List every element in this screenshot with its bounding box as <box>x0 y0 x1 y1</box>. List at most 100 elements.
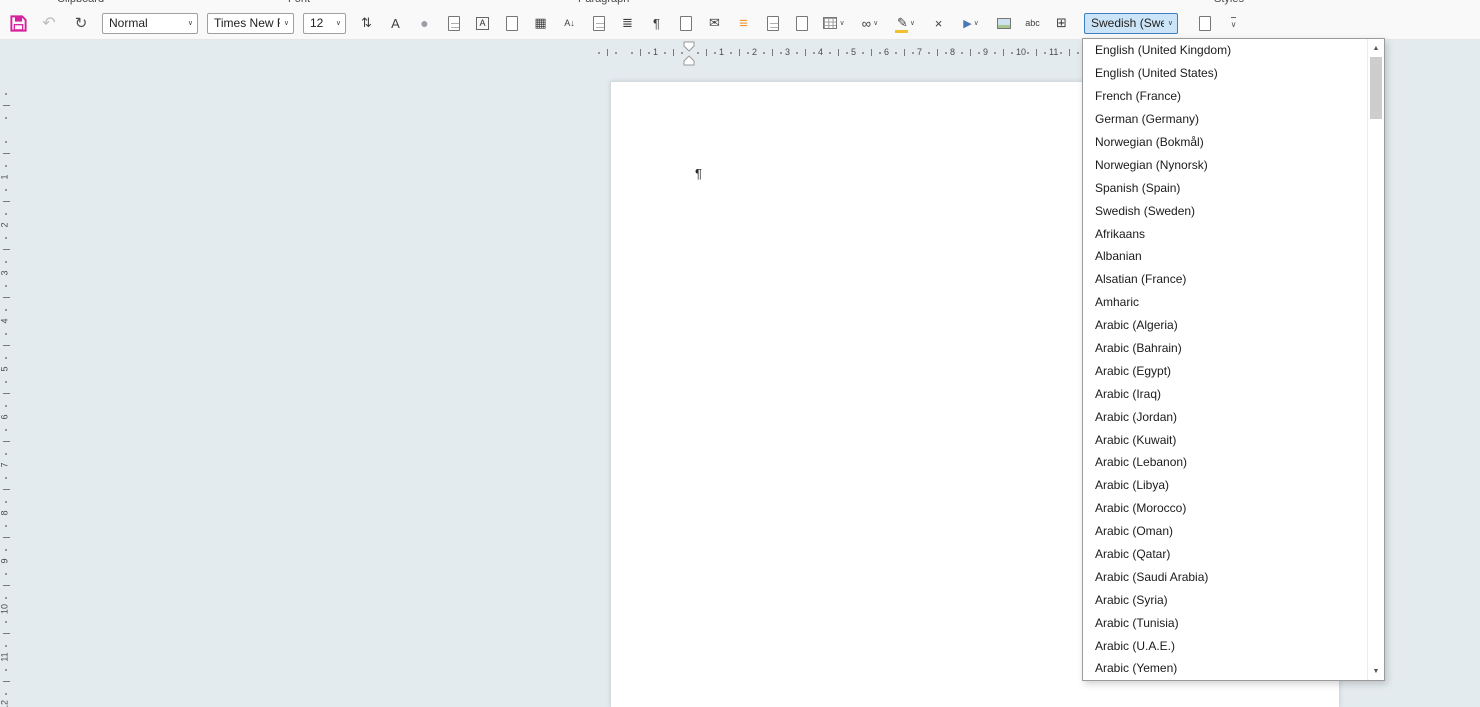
ruler-tick <box>3 249 10 250</box>
borders-icon[interactable]: ▦ <box>526 10 555 36</box>
indent-marker[interactable] <box>683 41 695 67</box>
delete-icon[interactable]: × <box>924 10 953 36</box>
insert-table-icon[interactable]: ∨ <box>816 10 852 36</box>
ribbon-group-font: Font <box>288 0 310 5</box>
ruler-tick <box>812 52 815 54</box>
ruler-tick <box>5 117 7 119</box>
ruler-tick <box>5 165 7 167</box>
language-option[interactable]: Spanish (Spain) <box>1083 176 1367 199</box>
language-option[interactable]: Arabic (Qatar) <box>1083 543 1367 566</box>
ruler-tick <box>829 52 832 54</box>
language-option[interactable]: Arabic (Saudi Arabia) <box>1083 565 1367 588</box>
font-combo[interactable]: Times New R ∨ <box>207 12 294 34</box>
ruler-tick <box>3 201 10 202</box>
copy-page-icon[interactable] <box>439 10 468 36</box>
ruler-number: 4 <box>0 318 10 324</box>
language-option[interactable]: Arabic (Egypt) <box>1083 359 1367 382</box>
copy-format-icon[interactable] <box>584 10 613 36</box>
paste-icon[interactable] <box>497 10 526 36</box>
language-option[interactable]: English (United Kingdom) <box>1083 39 1367 62</box>
page-options-icon[interactable] <box>1190 10 1219 36</box>
ruler-tick <box>672 49 674 56</box>
line-spacing-icon[interactable]: ⇅ <box>352 10 381 36</box>
color-circle-icon: ● <box>420 15 429 31</box>
ruler-tick <box>5 333 7 335</box>
copy-format-icon <box>592 15 605 31</box>
ruler-tick <box>5 549 7 551</box>
ruler-number: 8 <box>0 510 10 516</box>
language-option[interactable]: Afrikaans <box>1083 222 1367 245</box>
language-option[interactable]: Arabic (Syria) <box>1083 588 1367 611</box>
page-export-icon <box>766 15 779 31</box>
language-option[interactable]: Arabic (U.A.E.) <box>1083 634 1367 657</box>
ruler-number: 1 <box>0 174 10 180</box>
language-option[interactable]: Arabic (Morocco) <box>1083 497 1367 520</box>
language-option[interactable]: Arabic (Libya) <box>1083 474 1367 497</box>
sort-icon[interactable]: A↓ <box>555 10 584 36</box>
language-option[interactable]: Arabic (Lebanon) <box>1083 451 1367 474</box>
ruler-tick <box>664 52 667 54</box>
language-option[interactable]: Albanian <box>1083 245 1367 268</box>
language-option[interactable]: Amharic <box>1083 291 1367 314</box>
character-border-icon[interactable]: A <box>468 10 497 36</box>
dropdown-scrollbar[interactable]: ▲ ▼ <box>1367 39 1384 680</box>
redo-button[interactable]: ↻ <box>68 10 94 36</box>
font-style-icon[interactable]: A <box>381 10 410 36</box>
language-option[interactable]: German (Germany) <box>1083 108 1367 131</box>
new-page-icon[interactable] <box>671 10 700 36</box>
page-export-icon[interactable] <box>758 10 787 36</box>
bullet-list-icon[interactable]: ≣ <box>613 10 642 36</box>
style-combo[interactable]: Normal ∨ <box>102 12 198 34</box>
ruler-tick <box>870 49 872 56</box>
ruler-tick <box>845 52 848 54</box>
undo-button[interactable]: ↶ <box>36 10 62 36</box>
font-size-combo[interactable]: 12 ∨ <box>303 12 346 34</box>
ruler-tick <box>614 52 617 54</box>
language-option[interactable]: Arabic (Yemen) <box>1083 657 1367 680</box>
ruler-tick <box>3 537 10 538</box>
language-combo[interactable]: Swedish (Swed ∨ <box>1084 12 1178 34</box>
toolbar-overflow-icon[interactable]: ∨ <box>1219 10 1248 36</box>
language-option[interactable]: Norwegian (Bokmål) <box>1083 131 1367 154</box>
ruler-tick <box>1035 49 1037 56</box>
ruler-tick <box>746 52 749 54</box>
hyperlink-icon[interactable]: ∞ ∨ <box>852 10 888 36</box>
page-options-icon <box>1198 15 1211 31</box>
save-button[interactable] <box>5 10 31 36</box>
fill-color-icon[interactable]: ✎ ∨ <box>888 10 924 36</box>
color-circle-icon[interactable]: ● <box>410 10 439 36</box>
ruler-tick <box>5 261 7 263</box>
scroll-up-icon[interactable]: ▲ <box>1368 40 1384 56</box>
language-option[interactable]: Swedish (Sweden) <box>1083 199 1367 222</box>
language-option[interactable]: French (France) <box>1083 85 1367 108</box>
spelling-abc-icon[interactable]: abc <box>1018 10 1047 36</box>
language-option[interactable]: Arabic (Kuwait) <box>1083 428 1367 451</box>
envelope-icon: ✉ <box>709 15 720 30</box>
language-option[interactable]: Arabic (Tunisia) <box>1083 611 1367 634</box>
language-option[interactable]: Alsatian (France) <box>1083 268 1367 291</box>
image-icon[interactable] <box>989 10 1018 36</box>
scroll-down-icon[interactable]: ▼ <box>1368 663 1384 679</box>
toolbar: ↶ ↻ Normal ∨ Times New R ∨ 12 ∨ ⇅ A ● A ▦ A↓ ≣… <box>0 7 1480 40</box>
language-option[interactable]: Arabic (Bahrain) <box>1083 337 1367 360</box>
language-option[interactable]: Arabic (Jordan) <box>1083 405 1367 428</box>
language-option[interactable]: Arabic (Oman) <box>1083 520 1367 543</box>
language-option[interactable]: Arabic (Algeria) <box>1083 314 1367 337</box>
ruler-number: 10 <box>1016 47 1027 57</box>
language-option[interactable]: Norwegian (Nynorsk) <box>1083 153 1367 176</box>
language-option[interactable]: Arabic (Iraq) <box>1083 382 1367 405</box>
ruler-number: 6 <box>0 414 10 420</box>
select-arrow-icon[interactable]: ▶ ∨ <box>953 10 989 36</box>
small-grid-icon[interactable]: ⊞ <box>1047 10 1076 36</box>
highlight-lines-icon: ≡ <box>739 14 748 32</box>
image-icon <box>996 17 1011 29</box>
ruler-number: 5 <box>851 47 857 57</box>
language-option[interactable]: English (United States) <box>1083 62 1367 85</box>
highlight-lines-icon[interactable]: ≡ <box>729 10 758 36</box>
ribbon-group-labels: Clipboard Font Paragraph Styles <box>0 0 1480 7</box>
envelope-icon[interactable]: ✉ <box>700 10 729 36</box>
formatting-marks-icon[interactable]: ¶ <box>642 10 671 36</box>
scroll-thumb[interactable] <box>1370 57 1382 119</box>
language-list: English (United Kingdom) English (United … <box>1083 39 1367 680</box>
document-icon[interactable] <box>787 10 816 36</box>
